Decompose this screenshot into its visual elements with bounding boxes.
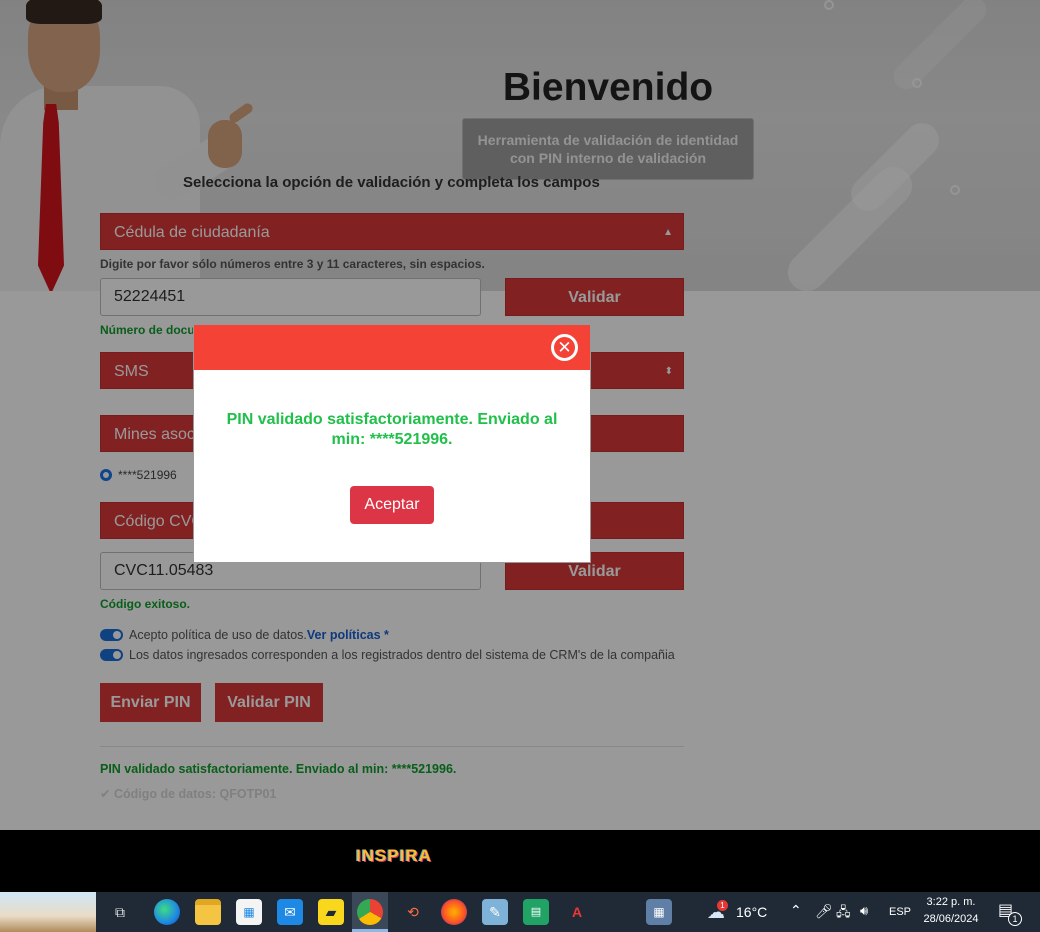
calculator-icon[interactable]: ▦ xyxy=(646,899,672,925)
close-icon[interactable]: ✕ xyxy=(551,334,578,361)
chrome-icon[interactable] xyxy=(357,899,383,925)
network-icon[interactable]: 🖧︎ xyxy=(836,903,851,925)
firefox-icon[interactable] xyxy=(441,899,467,925)
temperature[interactable]: 16°C xyxy=(736,904,767,920)
page: Bienvenido Herramienta de validación de … xyxy=(0,0,1040,830)
acrobat-icon[interactable]: A xyxy=(564,899,590,925)
volume-icon[interactable]: 🔊︎ xyxy=(860,903,868,919)
file-explorer-icon[interactable] xyxy=(195,899,221,925)
clock-date[interactable]: 28/06/2024 xyxy=(916,913,986,925)
accept-button[interactable]: Aceptar xyxy=(350,486,434,524)
page-footer xyxy=(0,830,1040,892)
weather-badge: 1 xyxy=(717,900,728,911)
chevron-up-icon[interactable]: ⌃ xyxy=(790,902,802,919)
notification-count: 1 xyxy=(1008,912,1022,926)
sticky-notes-icon[interactable]: ▰ xyxy=(318,899,344,925)
language-indicator[interactable]: ESP xyxy=(889,906,911,918)
notepad-icon[interactable]: ✎ xyxy=(482,899,508,925)
dialog-message-line1: PIN validado satisfactoriamente. Enviado… xyxy=(226,411,558,428)
microsoft-store-icon[interactable]: ▦ xyxy=(236,899,262,925)
spreadsheet-icon[interactable]: ▤ xyxy=(523,899,549,925)
dialog-message: PIN validado satisfactoriamente. Enviado… xyxy=(214,410,570,450)
desktop-thumbnail[interactable] xyxy=(0,892,96,932)
mail-icon[interactable]: ✉ xyxy=(277,899,303,925)
inspira-logo: INSPIRA xyxy=(356,846,432,865)
dialog-message-line2: min: ****521996. xyxy=(331,431,453,448)
microphone-icon[interactable]: 🎤︎ xyxy=(815,903,833,920)
remote-app-icon[interactable]: ⟲ xyxy=(400,899,426,925)
edge-icon[interactable] xyxy=(154,899,180,925)
clock-time[interactable]: 3:22 p. m. xyxy=(916,896,986,908)
dialog-header: ✕ xyxy=(194,325,590,370)
confirmation-dialog: ✕ PIN validado satisfactoriamente. Envia… xyxy=(193,324,591,563)
task-view-icon[interactable]: ⧉ xyxy=(107,899,133,925)
